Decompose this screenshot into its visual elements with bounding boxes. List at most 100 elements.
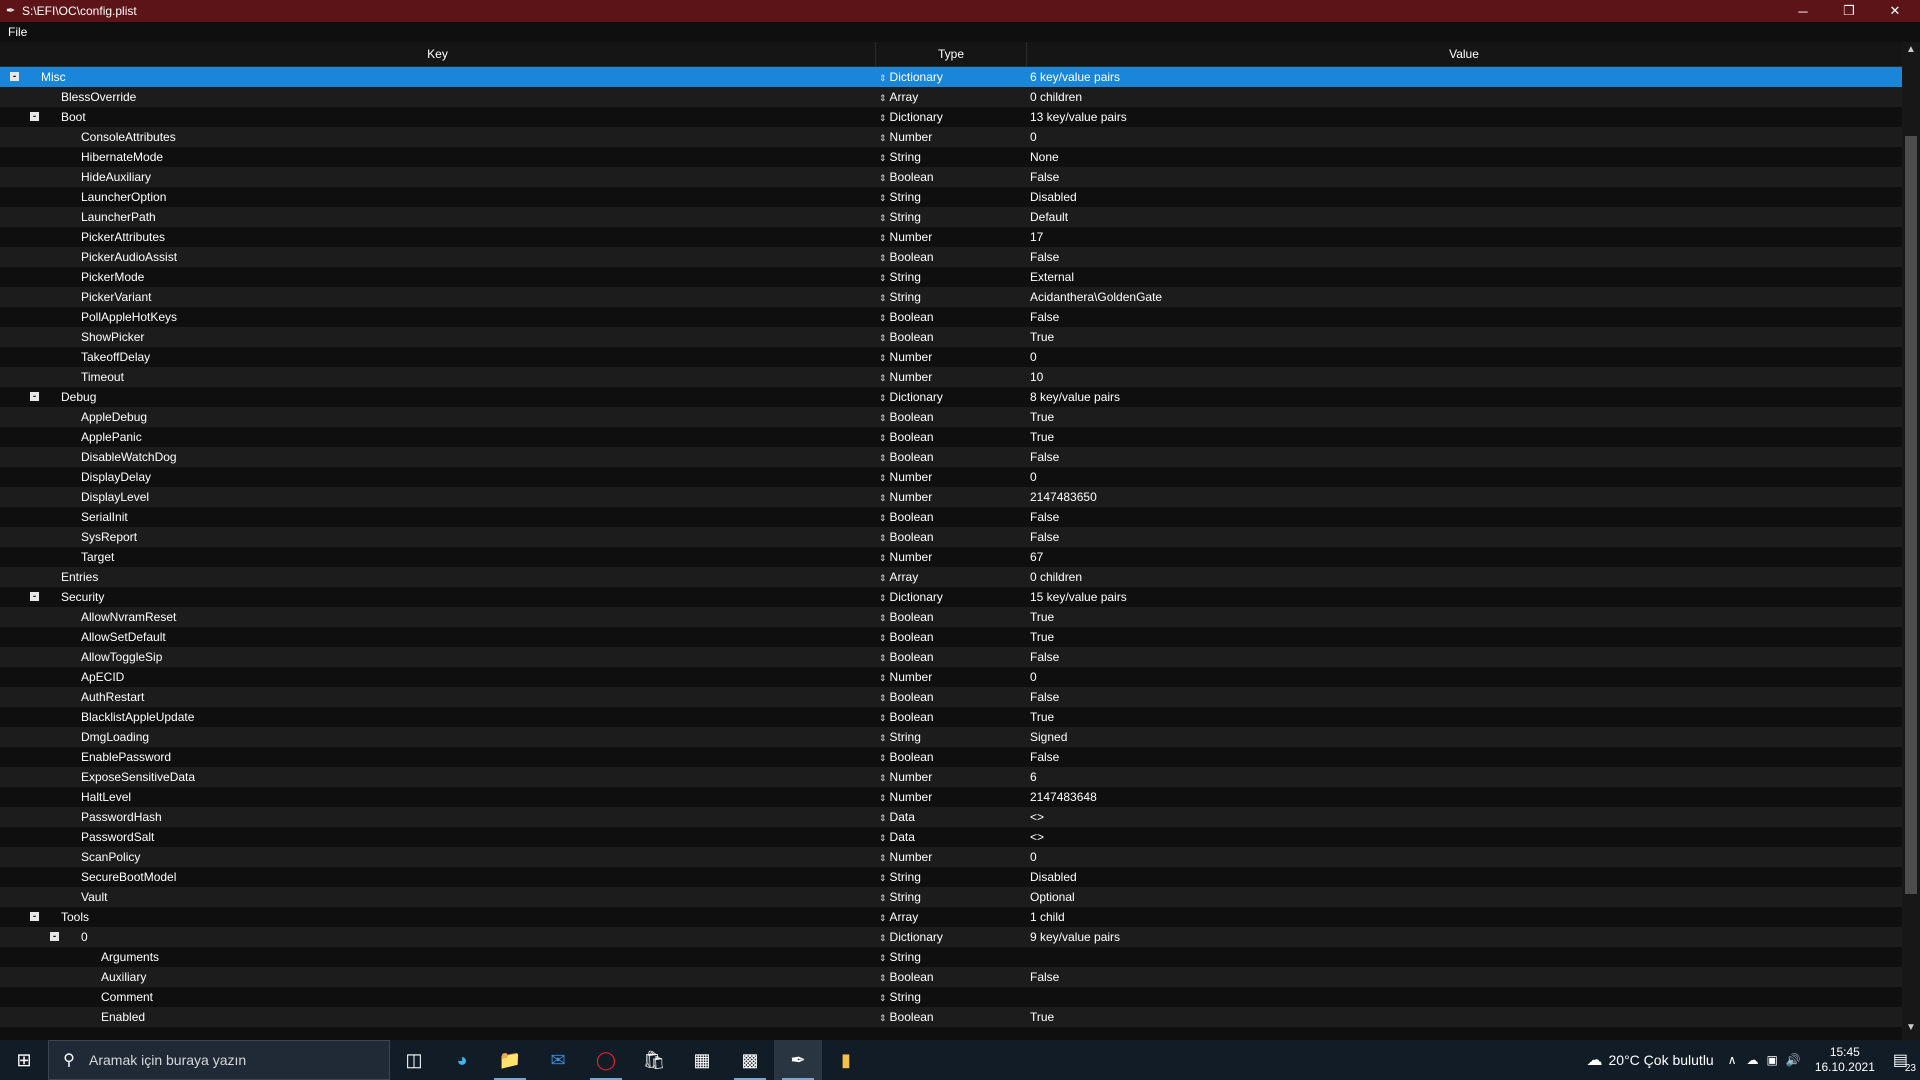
- row-key-cell[interactable]: - Debug: [0, 387, 876, 407]
- tree-row[interactable]: ApECID ⇕ Number 0: [0, 667, 1902, 687]
- row-key-cell[interactable]: HaltLevel: [0, 787, 876, 807]
- row-key-cell[interactable]: SerialInit: [0, 507, 876, 527]
- row-value-cell[interactable]: 13 key/value pairs: [1030, 107, 1890, 127]
- collapse-toggle-icon[interactable]: -: [30, 112, 39, 122]
- row-value-cell[interactable]: False: [1030, 687, 1890, 707]
- type-updown-icon[interactable]: ⇕: [879, 893, 887, 903]
- row-type-cell[interactable]: ⇕ Boolean: [879, 687, 1024, 707]
- row-type-cell[interactable]: ⇕ Boolean: [879, 247, 1024, 267]
- type-updown-icon[interactable]: ⇕: [879, 133, 887, 143]
- type-updown-icon[interactable]: ⇕: [879, 113, 887, 123]
- row-type-cell[interactable]: ⇕ Number: [879, 467, 1024, 487]
- row-key-cell[interactable]: Target: [0, 547, 876, 567]
- row-value-cell[interactable]: 6 key/value pairs: [1030, 67, 1890, 87]
- row-value-cell[interactable]: 0 children: [1030, 87, 1890, 107]
- type-updown-icon[interactable]: ⇕: [879, 873, 887, 883]
- minimize-button[interactable]: ─: [1780, 0, 1826, 22]
- row-type-cell[interactable]: ⇕ Dictionary: [879, 67, 1024, 87]
- tree-row[interactable]: HideAuxiliary ⇕ Boolean False: [0, 167, 1902, 187]
- tree-row[interactable]: AllowSetDefault ⇕ Boolean True: [0, 627, 1902, 647]
- row-type-cell[interactable]: ⇕ Number: [879, 227, 1024, 247]
- tree-row[interactable]: DisplayDelay ⇕ Number 0: [0, 467, 1902, 487]
- scroll-up-icon[interactable]: ▲: [1902, 44, 1920, 60]
- row-type-cell[interactable]: ⇕ Data: [879, 807, 1024, 827]
- type-updown-icon[interactable]: ⇕: [879, 253, 887, 263]
- row-key-cell[interactable]: PickerAudioAssist: [0, 247, 876, 267]
- tree-row[interactable]: PickerVariant ⇕ String Acidanthera\GoldenGa…: [0, 287, 1902, 307]
- type-updown-icon[interactable]: ⇕: [879, 273, 887, 283]
- tree-row[interactable]: BlessOverride ⇕ Array 0 children: [0, 87, 1902, 107]
- row-key-cell[interactable]: AuthRestart: [0, 687, 876, 707]
- tree-row[interactable]: PasswordHash ⇕ Data <>: [0, 807, 1902, 827]
- row-value-cell[interactable]: 0: [1030, 467, 1890, 487]
- type-updown-icon[interactable]: ⇕: [879, 1013, 887, 1023]
- tree-row[interactable]: - Misc ⇕ Dictionary 6 key/value pairs: [0, 67, 1902, 87]
- windows-start-icon[interactable]: ⊞: [0, 1040, 48, 1080]
- row-type-cell[interactable]: ⇕ Boolean: [879, 747, 1024, 767]
- row-type-cell[interactable]: ⇕ String: [879, 727, 1024, 747]
- row-value-cell[interactable]: False: [1030, 447, 1890, 467]
- row-key-cell[interactable]: PickerAttributes: [0, 227, 876, 247]
- row-type-cell[interactable]: ⇕ Boolean: [879, 307, 1024, 327]
- row-key-cell[interactable]: -0: [0, 927, 876, 947]
- scroll-down-icon[interactable]: ▼: [1902, 1022, 1920, 1038]
- row-type-cell[interactable]: ⇕ String: [879, 947, 1024, 967]
- row-type-cell[interactable]: ⇕ Number: [879, 847, 1024, 867]
- row-value-cell[interactable]: True: [1030, 707, 1890, 727]
- tree-row[interactable]: ApplePanic ⇕ Boolean True: [0, 427, 1902, 447]
- row-type-cell[interactable]: ⇕ Number: [879, 127, 1024, 147]
- row-value-cell[interactable]: 0: [1030, 347, 1890, 367]
- row-value-cell[interactable]: False: [1030, 167, 1890, 187]
- tree-row[interactable]: ConsoleAttributes ⇕ Number 0: [0, 127, 1902, 147]
- taskbar-search[interactable]: ⚲ Aramak için buraya yazın: [48, 1040, 390, 1080]
- row-key-cell[interactable]: Entries: [0, 567, 876, 587]
- propertree-icon[interactable]: ✒: [774, 1040, 822, 1080]
- mail-icon[interactable]: ✉: [534, 1040, 582, 1080]
- collapse-toggle-icon[interactable]: -: [30, 592, 39, 602]
- tree-row[interactable]: Entries ⇕ Array 0 children: [0, 567, 1902, 587]
- row-type-cell[interactable]: ⇕ Boolean: [879, 447, 1024, 467]
- row-value-cell[interactable]: True: [1030, 1007, 1890, 1027]
- type-updown-icon[interactable]: ⇕: [879, 613, 887, 623]
- row-key-cell[interactable]: DisplayDelay: [0, 467, 876, 487]
- type-updown-icon[interactable]: ⇕: [879, 833, 887, 843]
- row-key-cell[interactable]: LauncherOption: [0, 187, 876, 207]
- row-key-cell[interactable]: ExposeSensitiveData: [0, 767, 876, 787]
- type-updown-icon[interactable]: ⇕: [879, 473, 887, 483]
- type-updown-icon[interactable]: ⇕: [879, 533, 887, 543]
- tree-row[interactable]: SerialInit ⇕ Boolean False: [0, 507, 1902, 527]
- tree-row[interactable]: ExposeSensitiveData ⇕ Number 6: [0, 767, 1902, 787]
- row-type-cell[interactable]: ⇕ Boolean: [879, 1007, 1024, 1027]
- row-type-cell[interactable]: ⇕ Boolean: [879, 427, 1024, 447]
- type-updown-icon[interactable]: ⇕: [879, 393, 887, 403]
- store-icon[interactable]: 🛍: [630, 1040, 678, 1080]
- type-updown-icon[interactable]: ⇕: [879, 693, 887, 703]
- row-type-cell[interactable]: ⇕ Number: [879, 547, 1024, 567]
- row-key-cell[interactable]: DisableWatchDog: [0, 447, 876, 467]
- type-updown-icon[interactable]: ⇕: [879, 213, 887, 223]
- calculator-icon[interactable]: ▦: [678, 1040, 726, 1080]
- maximize-button[interactable]: ❐: [1826, 0, 1872, 22]
- type-updown-icon[interactable]: ⇕: [879, 793, 887, 803]
- type-updown-icon[interactable]: ⇕: [879, 813, 887, 823]
- row-value-cell[interactable]: False: [1030, 307, 1890, 327]
- type-updown-icon[interactable]: ⇕: [879, 193, 887, 203]
- row-key-cell[interactable]: Enabled: [0, 1007, 876, 1027]
- row-type-cell[interactable]: ⇕ String: [879, 147, 1024, 167]
- row-value-cell[interactable]: 2147483648: [1030, 787, 1890, 807]
- tree-row[interactable]: - Tools ⇕ Array 1 child: [0, 907, 1902, 927]
- type-updown-icon[interactable]: ⇕: [879, 313, 887, 323]
- row-type-cell[interactable]: ⇕ Array: [879, 907, 1024, 927]
- tree-row[interactable]: AuthRestart ⇕ Boolean False: [0, 687, 1902, 707]
- menu-file[interactable]: File: [8, 25, 27, 39]
- row-value-cell[interactable]: False: [1030, 747, 1890, 767]
- row-type-cell[interactable]: ⇕ String: [879, 267, 1024, 287]
- tree-row[interactable]: EnablePassword ⇕ Boolean False: [0, 747, 1902, 767]
- tree-row[interactable]: PollAppleHotKeys ⇕ Boolean False: [0, 307, 1902, 327]
- row-type-cell[interactable]: ⇕ Boolean: [879, 627, 1024, 647]
- row-key-cell[interactable]: ApECID: [0, 667, 876, 687]
- tree-row[interactable]: HibernateMode ⇕ String None: [0, 147, 1902, 167]
- tree-row[interactable]: Comment ⇕ String: [0, 987, 1902, 1007]
- type-updown-icon[interactable]: ⇕: [879, 673, 887, 683]
- row-key-cell[interactable]: TakeoffDelay: [0, 347, 876, 367]
